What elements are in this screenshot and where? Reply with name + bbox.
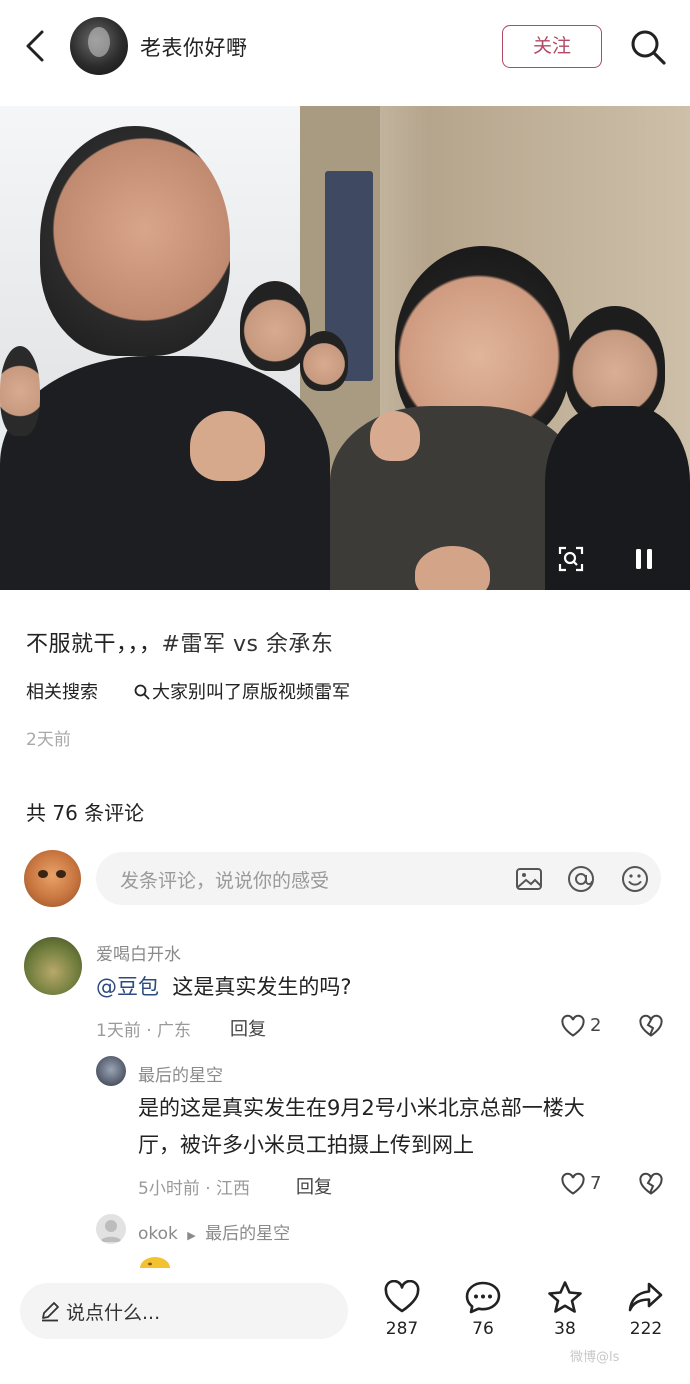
- heart-icon[interactable]: [560, 1014, 586, 1038]
- default-avatar-icon: [100, 1220, 122, 1242]
- favorite-total: 38: [554, 1319, 576, 1339]
- caption-text: 不服就干，，，: [26, 632, 162, 657]
- comment-meta: 1天前 · 广东: [96, 1021, 192, 1041]
- post-caption: 不服就干，，，#雷军 vs 余承东: [26, 626, 333, 658]
- bottom-action-bar: 说点什么... 287 76 38 222: [0, 1268, 690, 1384]
- like-count: 7: [590, 1173, 602, 1194]
- emoji-sticker: [140, 1257, 170, 1268]
- share-total: 222: [629, 1319, 663, 1339]
- watermark: 微博@ls: [570, 1350, 620, 1365]
- reply-button[interactable]: 回复: [296, 1173, 332, 1199]
- heart-icon[interactable]: [560, 1172, 586, 1196]
- search-icon[interactable]: [628, 27, 668, 67]
- say-something-placeholder: 说点什么...: [66, 1302, 161, 1324]
- heart-icon: [384, 1280, 420, 1313]
- commenter-name[interactable]: 爱喝白开水: [96, 940, 181, 965]
- like-count: 2: [590, 1015, 602, 1036]
- related-search-label: 相关搜索: [26, 682, 98, 703]
- share-button[interactable]: 222: [616, 1280, 676, 1339]
- pen-icon: [42, 1302, 59, 1322]
- emoji-icon[interactable]: [620, 864, 650, 894]
- reply-button[interactable]: 回复: [230, 1015, 266, 1041]
- pause-icon[interactable]: [632, 546, 656, 572]
- related-search-query: 大家别叫了原版视频雷军: [152, 682, 350, 703]
- comment-body-line: 是的这是真实发生在9月2号小米北京总部一楼大: [138, 1096, 585, 1120]
- comment-meta: 5小时前 · 江西: [138, 1179, 251, 1199]
- say-something-input[interactable]: 说点什么...: [20, 1283, 348, 1339]
- author-avatar[interactable]: [70, 17, 128, 75]
- hashtag-link[interactable]: #雷军 vs 余承东: [162, 632, 334, 657]
- comment-body: 这是真实发生的吗?: [172, 975, 352, 999]
- comment-body-line: 厅，被许多小米员工拍摄上传到网上: [138, 1133, 474, 1157]
- favorite-button[interactable]: 38: [535, 1280, 595, 1339]
- at-icon[interactable]: [566, 864, 596, 894]
- commenter-avatar[interactable]: [96, 1214, 126, 1244]
- comment-text: @豆包 这是真实发生的吗?: [96, 969, 352, 1006]
- broken-heart-icon[interactable]: [638, 1014, 664, 1038]
- image-icon[interactable]: [514, 864, 544, 894]
- scan-icon[interactable]: [558, 546, 584, 572]
- post-time: 2天前: [26, 730, 71, 750]
- share-icon: [628, 1282, 663, 1312]
- reply-arrow-icon: ▶: [187, 1229, 196, 1242]
- comment-count: 共 76 条评论: [26, 801, 145, 825]
- broken-heart-icon[interactable]: [638, 1172, 664, 1196]
- comment-button[interactable]: 76: [453, 1280, 513, 1339]
- commenter-avatar[interactable]: [96, 1056, 126, 1086]
- related-search-link[interactable]: 大家别叫了原版视频雷军: [134, 678, 350, 704]
- reply-to-name[interactable]: 最后的星空: [205, 1224, 290, 1244]
- mention-link[interactable]: @豆包: [96, 975, 159, 999]
- search-icon: [134, 684, 150, 700]
- star-icon: [548, 1281, 582, 1313]
- comment-text: 是的这是真实发生在9月2号小米北京总部一楼大 厅，被许多小米员工拍摄上传到网上: [138, 1090, 585, 1164]
- commenter-name[interactable]: 最后的星空: [138, 1061, 223, 1086]
- video-player[interactable]: [0, 106, 690, 590]
- comment-input[interactable]: 发条评论，说说你的感受: [96, 852, 661, 905]
- commenter-name[interactable]: okok: [138, 1224, 178, 1244]
- comment-icon: [465, 1281, 501, 1314]
- comment-input-placeholder: 发条评论，说说你的感受: [120, 870, 330, 892]
- like-button[interactable]: 287: [372, 1280, 432, 1339]
- author-name[interactable]: 老表你好嘢: [140, 32, 248, 62]
- back-icon[interactable]: [22, 28, 52, 64]
- follow-button[interactable]: 关注: [502, 25, 602, 68]
- like-total: 287: [385, 1319, 419, 1339]
- reply-thread: okok ▶ 最后的星空: [138, 1219, 290, 1244]
- top-bar: 老表你好嘢 关注: [0, 0, 690, 100]
- my-avatar: [24, 850, 81, 907]
- comment-total: 76: [472, 1319, 494, 1339]
- commenter-avatar[interactable]: [24, 937, 82, 995]
